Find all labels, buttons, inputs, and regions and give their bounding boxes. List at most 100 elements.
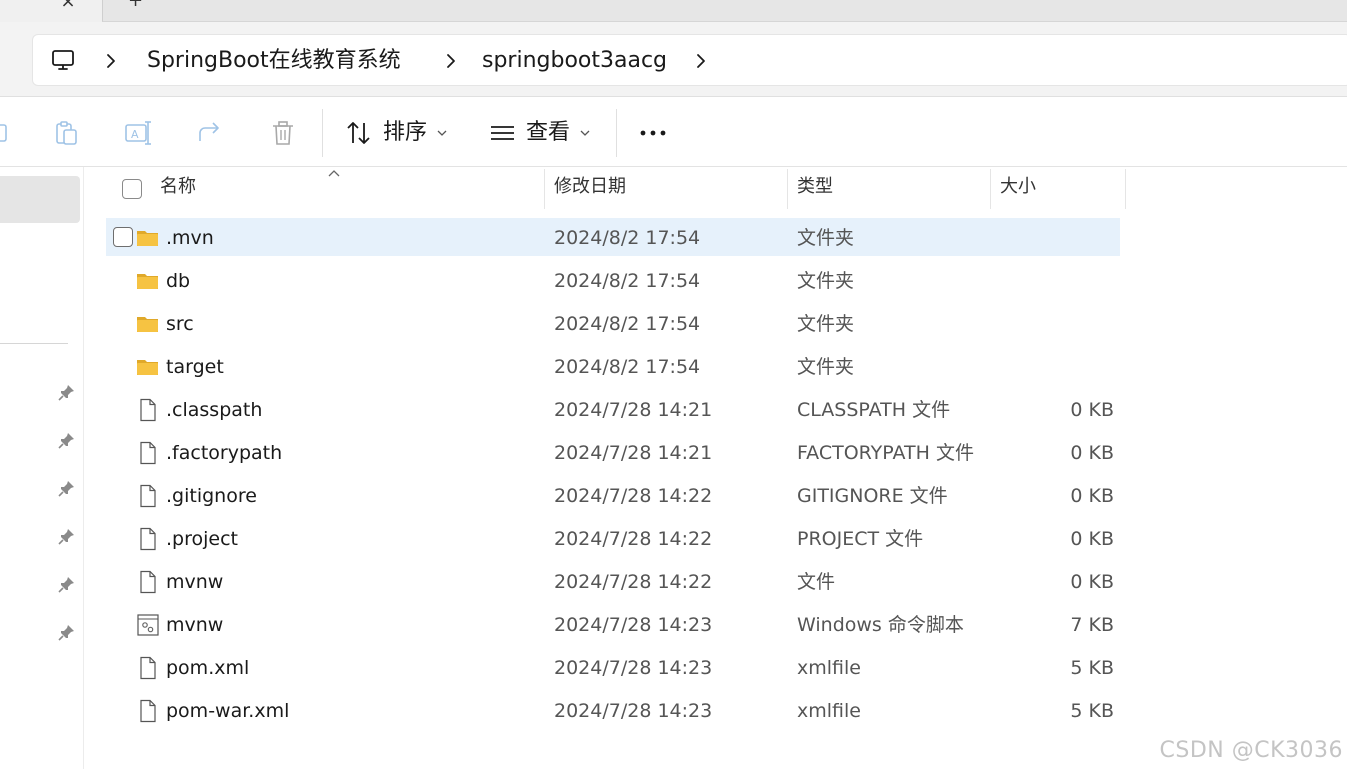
- folder-icon: [137, 317, 158, 332]
- file-modified: 2024/7/28 14:21: [554, 399, 713, 421]
- file-name[interactable]: pom-war.xml: [166, 691, 289, 729]
- file-name[interactable]: .classpath: [166, 390, 262, 428]
- view-button[interactable]: 查看: [526, 119, 570, 147]
- file-name[interactable]: .gitignore: [166, 476, 257, 514]
- column-header-size[interactable]: 大小: [1000, 167, 1036, 209]
- command-bar: A 排序 查看: [0, 97, 1347, 167]
- column-divider[interactable]: [990, 169, 991, 209]
- file-modified: 2024/7/28 14:21: [554, 442, 713, 464]
- column-divider[interactable]: [787, 169, 788, 209]
- breadcrumb-item-project[interactable]: SpringBoot在线教育系统: [147, 35, 401, 87]
- file-size: 0 KB: [1070, 528, 1114, 550]
- file-type: PROJECT 文件: [797, 528, 924, 550]
- file-type: 文件: [797, 571, 836, 593]
- file-name[interactable]: db: [166, 261, 190, 299]
- breadcrumb-item-folder[interactable]: springboot3aacg: [482, 35, 667, 87]
- more-dots-icon[interactable]: [638, 119, 668, 147]
- chevron-down-icon[interactable]: [437, 129, 447, 137]
- file-row[interactable]: target 2024/8/2 17:54 文件夹: [106, 347, 1120, 385]
- row-checkbox[interactable]: [113, 227, 133, 247]
- file-name[interactable]: pom.xml: [166, 648, 249, 686]
- copy-icon[interactable]: [0, 119, 16, 147]
- pin-icon[interactable]: [58, 431, 76, 449]
- chevron-right-icon[interactable]: [445, 50, 457, 72]
- file-name[interactable]: .mvn: [166, 218, 214, 256]
- file-row[interactable]: .gitignore 2024/7/28 14:22 GITIGNORE 文件 …: [106, 476, 1120, 514]
- tab-close-icon[interactable]: ×: [56, 0, 80, 12]
- file-row[interactable]: db 2024/8/2 17:54 文件夹: [106, 261, 1120, 299]
- file-type: 文件夹: [797, 313, 855, 335]
- paste-icon[interactable]: [52, 119, 82, 147]
- file-row[interactable]: mvnw 2024/7/28 14:23 Windows 命令脚本 7 KB: [106, 605, 1120, 643]
- tab-strip: × +: [0, 0, 1347, 22]
- file-size: 0 KB: [1070, 571, 1114, 593]
- column-header-modified[interactable]: 修改日期: [554, 167, 626, 209]
- view-icon[interactable]: [488, 119, 518, 147]
- breadcrumb[interactable]: SpringBoot在线教育系统 springboot3aacg: [32, 34, 1347, 86]
- file-modified: 2024/7/28 14:23: [554, 657, 713, 679]
- file-type: 文件夹: [797, 356, 855, 378]
- file-row[interactable]: .mvn 2024/8/2 17:54 文件夹: [106, 218, 1120, 256]
- column-divider[interactable]: [1125, 169, 1126, 209]
- file-icon: [140, 527, 156, 551]
- file-icon: [140, 398, 156, 422]
- file-type: FACTORYPATH 文件: [797, 442, 974, 464]
- chevron-right-icon[interactable]: [105, 50, 117, 72]
- file-row[interactable]: pom-war.xml 2024/7/28 14:23 xmlfile 5 KB: [106, 691, 1120, 729]
- chevron-right-icon[interactable]: [695, 50, 707, 72]
- file-icon: [140, 441, 156, 465]
- new-tab-icon[interactable]: +: [128, 0, 143, 11]
- file-row[interactable]: .project 2024/7/28 14:22 PROJECT 文件 0 KB: [106, 519, 1120, 557]
- file-size: 0 KB: [1070, 485, 1114, 507]
- file-modified: 2024/7/28 14:23: [554, 614, 713, 636]
- address-bar: SpringBoot在线教育系统 springboot3aacg: [0, 22, 1347, 97]
- file-icon: [140, 484, 156, 508]
- watermark: CSDN @CK3036: [1159, 738, 1343, 763]
- file-type: Windows 命令脚本: [797, 614, 964, 636]
- column-divider[interactable]: [544, 169, 545, 209]
- select-all-checkbox[interactable]: [122, 179, 142, 199]
- column-header-type[interactable]: 类型: [797, 167, 833, 209]
- file-row[interactable]: .factorypath 2024/7/28 14:21 FACTORYPATH…: [106, 433, 1120, 471]
- file-modified: 2024/8/2 17:54: [554, 227, 701, 249]
- file-name[interactable]: mvnw: [166, 562, 223, 600]
- pin-icon[interactable]: [58, 383, 76, 401]
- pin-icon[interactable]: [58, 623, 76, 641]
- file-type: CLASSPATH 文件: [797, 399, 951, 421]
- folder-icon: [137, 231, 158, 246]
- folder-icon: [137, 274, 158, 289]
- pin-icon[interactable]: [58, 575, 76, 593]
- file-size: 5 KB: [1070, 700, 1114, 722]
- file-icon: [140, 570, 156, 594]
- sidebar-item-selected[interactable]: [0, 176, 80, 223]
- column-header-name[interactable]: 名称: [160, 167, 196, 209]
- file-row[interactable]: src 2024/8/2 17:54 文件夹: [106, 304, 1120, 342]
- sidebar-divider: [0, 343, 68, 344]
- file-modified: 2024/7/28 14:22: [554, 485, 713, 507]
- file-type: xmlfile: [797, 657, 861, 679]
- file-name[interactable]: .factorypath: [166, 433, 282, 471]
- file-name[interactable]: .project: [166, 519, 238, 557]
- file-size: 7 KB: [1070, 614, 1114, 636]
- pin-icon[interactable]: [58, 527, 76, 545]
- file-row[interactable]: mvnw 2024/7/28 14:22 文件 0 KB: [106, 562, 1120, 600]
- pin-icon[interactable]: [58, 479, 76, 497]
- file-row[interactable]: pom.xml 2024/7/28 14:23 xmlfile 5 KB: [106, 648, 1120, 686]
- sort-icon[interactable]: [344, 119, 374, 147]
- file-name[interactable]: mvnw: [166, 605, 223, 643]
- file-modified: 2024/7/28 14:22: [554, 571, 713, 593]
- delete-icon[interactable]: [268, 119, 298, 147]
- file-row[interactable]: .classpath 2024/7/28 14:21 CLASSPATH 文件 …: [106, 390, 1120, 428]
- file-modified: 2024/8/2 17:54: [554, 270, 701, 292]
- file-name[interactable]: target: [166, 347, 224, 385]
- share-icon[interactable]: [196, 119, 226, 147]
- file-type: 文件夹: [797, 270, 855, 292]
- file-name[interactable]: src: [166, 304, 194, 342]
- file-icon: [140, 699, 156, 723]
- chevron-down-icon[interactable]: [580, 129, 590, 137]
- file-size: 0 KB: [1070, 442, 1114, 464]
- file-type: GITIGNORE 文件: [797, 485, 948, 507]
- sort-button[interactable]: 排序: [383, 119, 427, 147]
- rename-icon[interactable]: A: [124, 119, 154, 147]
- monitor-icon[interactable]: [51, 49, 77, 73]
